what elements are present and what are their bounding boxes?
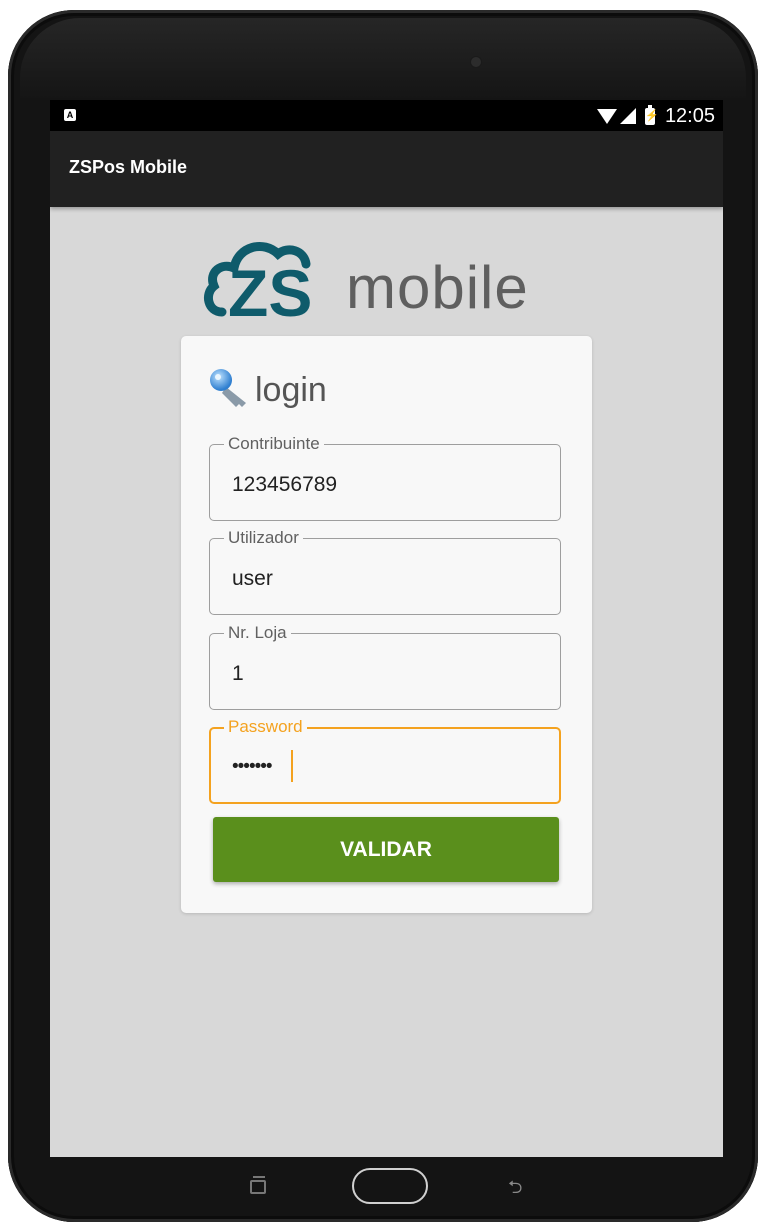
login-card: login Contribuinte Utilizador Nr. Loja P…: [181, 336, 592, 913]
contribuinte-field[interactable]: Contribuinte: [209, 434, 561, 521]
password-input[interactable]: •••••••: [232, 756, 273, 778]
recent-apps-icon[interactable]: [250, 1176, 266, 1194]
screen: A 12:05 ZSPos Mobile ZS mobile: [50, 100, 723, 1157]
utilizador-input[interactable]: [232, 565, 532, 593]
status-bar: A 12:05: [50, 100, 723, 131]
back-icon[interactable]: ⮌: [508, 1178, 528, 1196]
bezel: [20, 18, 746, 98]
contribuinte-label: Contribuinte: [224, 434, 324, 454]
nr-loja-field[interactable]: Nr. Loja: [209, 623, 561, 710]
key-icon: [210, 369, 246, 407]
nr-loja-input[interactable]: [232, 660, 532, 688]
app-bar: ZSPos Mobile: [50, 131, 723, 207]
logo-mark: ZS: [228, 256, 312, 327]
nr-loja-label: Nr. Loja: [224, 623, 291, 643]
wifi-icon: [596, 108, 617, 124]
login-title: login: [255, 371, 327, 409]
signal-icon: [619, 108, 636, 124]
utilizador-label: Utilizador: [224, 528, 303, 548]
clock: 12:05: [664, 104, 715, 127]
utilizador-field[interactable]: Utilizador: [209, 528, 561, 615]
zs-mobile-logo: ZS mobile: [202, 232, 582, 327]
app-title: ZSPos Mobile: [69, 157, 188, 177]
home-icon[interactable]: [352, 1168, 428, 1204]
notification-icon: A: [64, 109, 76, 121]
password-label: Password: [224, 717, 307, 737]
logo-text: mobile: [346, 254, 529, 321]
password-field[interactable]: Password •••••••: [209, 717, 561, 804]
zs-cloud-logo-icon: ZS: [203, 242, 312, 327]
contribuinte-input[interactable]: [232, 471, 532, 499]
battery-charging-icon: [644, 104, 655, 125]
status-indicators: 12:05: [596, 104, 715, 128]
camera-icon: [471, 57, 481, 67]
validar-button[interactable]: VALIDAR: [213, 817, 559, 882]
text-cursor: [291, 750, 293, 782]
